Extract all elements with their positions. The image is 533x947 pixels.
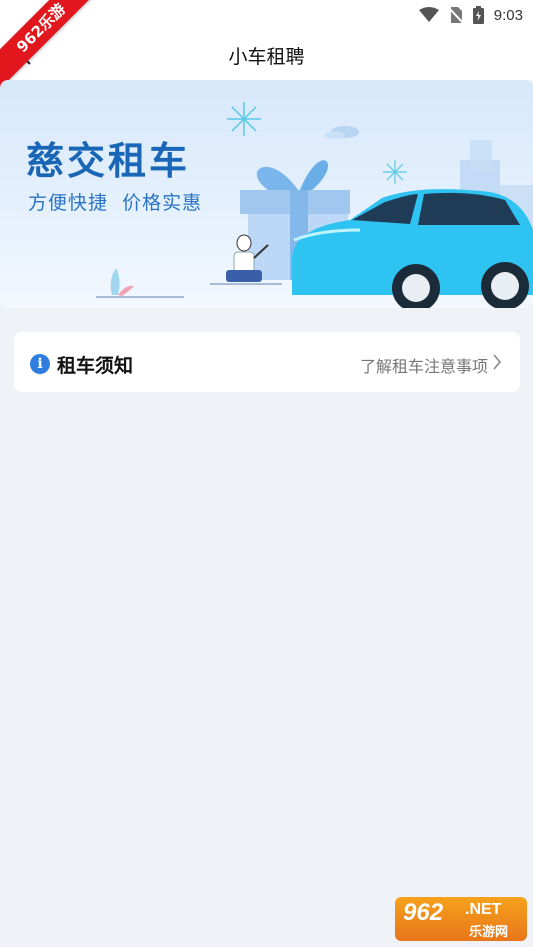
no-sim-icon — [448, 7, 463, 24]
info-icon: i — [30, 354, 50, 374]
watermark-sub: 乐游网 — [469, 925, 509, 940]
notice-link[interactable]: 了解租车注意事项 — [360, 353, 488, 377]
banner-subtitle: 方便快捷 价格实惠 — [28, 192, 203, 214]
page-title: 小车租聘 — [228, 46, 305, 68]
watermark-domain: .NET — [465, 901, 502, 918]
notice-title: 租车须知 — [57, 355, 134, 377]
banner-title: 慈交租车 — [26, 139, 191, 183]
top-bar: 小车租聘 — [0, 30, 533, 80]
site-watermark: 962 .NET 乐游网 — [395, 897, 527, 941]
wifi-icon — [418, 7, 439, 22]
chevron-right-icon — [493, 354, 502, 370]
watermark-main: 962 — [403, 899, 444, 926]
status-icons: 9:03 — [418, 4, 523, 26]
status-time: 9:03 — [493, 6, 523, 24]
rental-notice-card[interactable]: i 租车须知 了解租车注意事项 — [14, 332, 520, 392]
promo-banner[interactable]: 慈交租车 方便快捷 价格实惠 — [0, 80, 533, 308]
battery-icon — [472, 6, 484, 24]
